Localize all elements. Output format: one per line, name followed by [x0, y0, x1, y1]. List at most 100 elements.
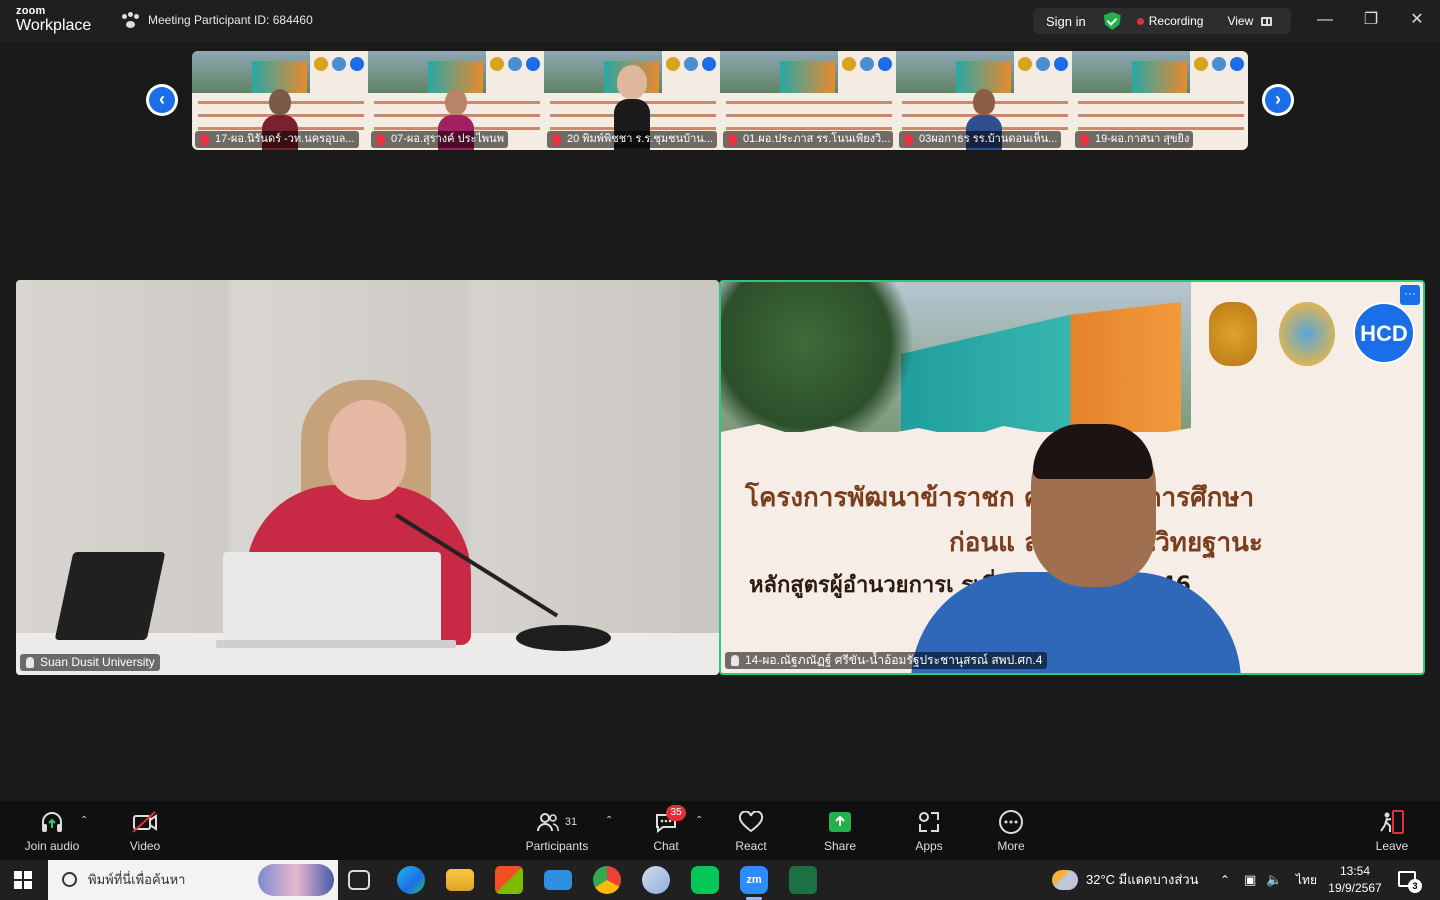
- join-audio-label: Join audio: [24, 839, 80, 853]
- join-audio-button[interactable]: Join audio: [22, 809, 82, 853]
- participant-name: 17-ผอ.นิรันดร์ -วท.นครอุบล...: [195, 131, 359, 148]
- participants-count: 31: [564, 816, 578, 828]
- line-app-icon[interactable]: [691, 866, 719, 894]
- gallery-tile[interactable]: 17-ผอ.นิรันดร์ -วท.นครอุบล...: [192, 51, 368, 150]
- taskbar-search-placeholder: พิมพ์ที่นี่เพื่อค้นหา: [88, 872, 186, 887]
- heart-icon: [738, 811, 764, 833]
- restore-icon[interactable]: ❐: [1361, 10, 1381, 30]
- snipping-tool-icon[interactable]: [642, 866, 670, 894]
- hcd-logo: HCD: [1353, 302, 1415, 364]
- gallery-strip: 17-ผอ.นิรันดร์ -วท.นครอุบล... 07-ผอ.สุรา…: [192, 51, 1248, 150]
- chevron-left-icon: ‹: [149, 87, 175, 113]
- volume-muted-icon[interactable]: 🔈: [1266, 860, 1282, 900]
- zoom-window: zoom Workplace Meeting Participant ID: 6…: [0, 0, 1440, 860]
- clock-date: 19/9/2567: [1328, 881, 1382, 895]
- apps-icon: [919, 812, 939, 832]
- gallery-tile[interactable]: 01.ผอ.ประภาส รร.โนนเพียงวิ...: [720, 51, 896, 150]
- tray-chevron-up-icon[interactable]: ⌃: [1220, 860, 1230, 900]
- grid-view-icon[interactable]: [1261, 16, 1273, 26]
- leave-button[interactable]: Leave: [1374, 809, 1410, 853]
- file-explorer-icon[interactable]: [446, 869, 474, 891]
- close-icon[interactable]: ✕: [1407, 10, 1427, 30]
- leave-label: Leave: [1375, 839, 1409, 853]
- participants-caret-icon[interactable]: ⌃: [605, 815, 613, 826]
- input-language[interactable]: ไทย: [1296, 860, 1317, 900]
- task-view-icon[interactable]: [348, 870, 370, 890]
- search-highlight-image: [258, 864, 334, 896]
- chat-caret-icon[interactable]: ⌃: [695, 815, 703, 826]
- zoom-taskbar-label: zm: [746, 874, 762, 886]
- video-off-icon: [132, 811, 157, 833]
- clock-time: 13:54: [1339, 864, 1371, 878]
- zoom-taskbar-icon[interactable]: zm: [732, 860, 776, 900]
- recording-dot-icon: [1136, 17, 1144, 25]
- view-button[interactable]: View: [1227, 14, 1253, 28]
- recording-indicator[interactable]: Recording: [1149, 14, 1204, 28]
- university-seal-logo: [1279, 302, 1335, 366]
- taskbar-search-box[interactable]: พิมพ์ที่นี่เพื่อค้นหา: [48, 860, 338, 900]
- headphones-icon: [42, 812, 62, 832]
- weather-widget[interactable]: 32°C มีแดดบางส่วน: [1052, 860, 1199, 900]
- more-dots-icon: [999, 810, 1023, 834]
- chat-badge: 35: [666, 805, 686, 821]
- participant-name: 20 พิมพ์พิชชา ร.ร.ชุมชนบ้าน...: [547, 131, 717, 148]
- chevron-right-icon: ›: [1265, 87, 1291, 113]
- weather-text: 32°C มีแดดบางส่วน: [1086, 872, 1199, 887]
- slide-title-line1: โครงการพัฒนาข้าราชก คลากรทางการศึกษา: [745, 483, 1255, 513]
- participants-button[interactable]: 31 Participants: [522, 809, 592, 853]
- participant-name: 01.ผอ.ประภาส รร.โนนเพียงวิ...: [723, 131, 893, 148]
- participant-name: 03ผอกาธร รร.บ้านดอนเห็น...: [899, 131, 1062, 148]
- security-shield-icon[interactable]: [1103, 12, 1121, 30]
- sign-in-button[interactable]: Sign in: [1046, 14, 1086, 29]
- participants-label: Participants: [525, 839, 589, 853]
- ministry-logo: [1209, 302, 1257, 366]
- notification-center-icon[interactable]: 3: [1398, 871, 1422, 893]
- host-name-tag: Suan Dusit University: [20, 654, 160, 671]
- react-button[interactable]: React: [730, 809, 772, 853]
- chat-button[interactable]: 35 Chat: [648, 805, 686, 853]
- gallery-tile[interactable]: 03ผอกาธร รร.บ้านดอนเห็น...: [896, 51, 1072, 150]
- meeting-id-label: Meeting Participant ID: 684460: [148, 13, 313, 27]
- gallery-tile[interactable]: 07-ผอ.สุรางค์ ประไพนพ: [368, 51, 544, 150]
- share-screen-icon: [829, 812, 851, 832]
- participants-icon: [536, 813, 559, 832]
- excel-icon[interactable]: [789, 866, 817, 894]
- zoom-logo: zoom Workplace: [16, 6, 91, 34]
- minimize-icon[interactable]: —: [1315, 10, 1335, 30]
- video-button[interactable]: Video: [124, 809, 166, 853]
- brand-large: Workplace: [16, 17, 92, 34]
- windows-taskbar: พิมพ์ที่นี่เพื่อค้นหา zm 32°C มีแดดบางส่…: [0, 860, 1440, 900]
- participant-name: 07-ผอ.สุรางค์ ประไพนพ: [371, 131, 508, 148]
- more-button[interactable]: More: [994, 809, 1028, 853]
- gallery-next-button[interactable]: ›: [1262, 84, 1294, 116]
- react-label: React: [735, 839, 767, 853]
- chrome-icon[interactable]: [593, 866, 621, 894]
- video-tile-active-speaker[interactable]: HCD โครงการพัฒนาข้าราชก คลากรทางการศึกษา…: [719, 280, 1425, 675]
- partly-sunny-icon: [1052, 870, 1078, 890]
- audio-options-caret-icon[interactable]: ⌃: [80, 815, 88, 826]
- apps-button[interactable]: Apps: [910, 809, 948, 853]
- tile-more-options-button[interactable]: ···: [1400, 285, 1420, 305]
- windows-start-icon[interactable]: [14, 871, 32, 889]
- gallery-tile[interactable]: 19-ผอ.กาสนา สุขยิง: [1072, 51, 1248, 150]
- meeting-toolbar: Join audio ⌃ Video 31 Participants ⌃ 35 …: [0, 801, 1440, 860]
- meeting-info[interactable]: Meeting Participant ID: 684460: [122, 12, 313, 28]
- chat-label: Chat: [653, 839, 679, 853]
- share-label: Share: [823, 839, 857, 853]
- participant-name: 19-ผอ.กาสนา สุขยิง: [1075, 131, 1194, 148]
- more-label: More: [997, 839, 1025, 853]
- microsoft-store-icon[interactable]: [495, 866, 523, 894]
- speaker-name-tag: 14-ผอ.ณัฐภณัฏฐ์ ศรีขัน-น้ำอ้อมรัฐประชานุ…: [725, 652, 1048, 669]
- mail-icon[interactable]: [544, 870, 572, 890]
- video-tile-host[interactable]: Suan Dusit University: [16, 280, 719, 675]
- network-icon[interactable]: ▣: [1244, 860, 1256, 900]
- video-label: Video: [129, 839, 161, 853]
- notification-count: 3: [1408, 879, 1422, 893]
- gallery-prev-button[interactable]: ‹: [146, 84, 178, 116]
- taskbar-clock[interactable]: 13:54 19/9/2567: [1322, 863, 1388, 897]
- paw-icon: [122, 12, 140, 28]
- edge-browser-icon[interactable]: [397, 866, 425, 894]
- gallery-tile[interactable]: 20 พิมพ์พิชชา ร.ร.ชุมชนบ้าน...: [544, 51, 720, 150]
- title-bar: zoom Workplace Meeting Participant ID: 6…: [0, 0, 1440, 42]
- share-button[interactable]: Share: [820, 809, 860, 853]
